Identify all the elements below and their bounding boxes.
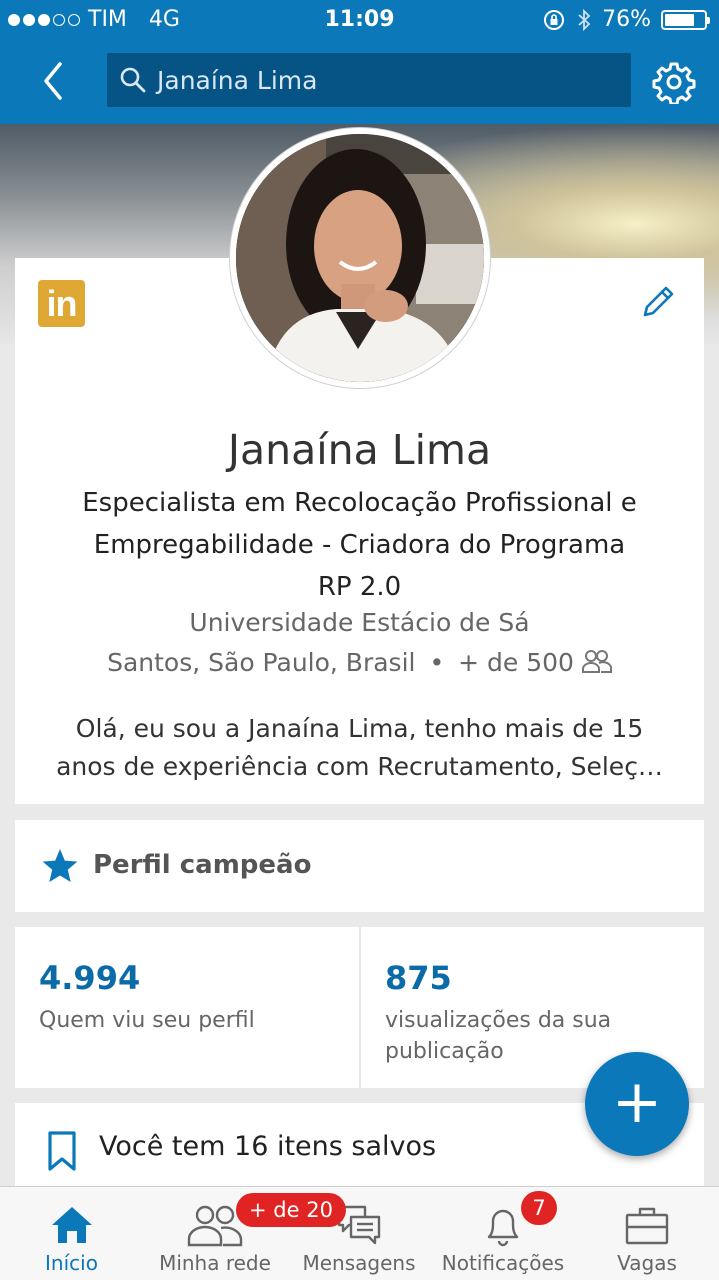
featured-badge-card[interactable]: Perfil campeão — [15, 820, 704, 912]
rotation-lock-icon — [544, 9, 565, 30]
home-icon — [51, 1207, 92, 1243]
tab-label: Minha rede — [159, 1251, 271, 1275]
profile-name: Janaína Lima — [227, 426, 492, 474]
network-badge: + de 20 — [236, 1193, 346, 1227]
profile-summary[interactable]: Olá, eu sou a Janaína Lima, tenho mais d… — [55, 710, 664, 786]
tab-label: Início — [45, 1251, 98, 1275]
headline-line: RP 2.0 — [317, 572, 402, 602]
linkedin-logo: in — [38, 280, 85, 327]
bluetooth-icon — [578, 8, 591, 31]
pencil-icon — [643, 286, 674, 317]
profile-views-label: Quem viu seu perfil — [39, 1008, 255, 1033]
bell-icon — [487, 1209, 519, 1247]
nav-bar: Janaína Lima — [0, 40, 719, 124]
star-icon — [42, 849, 78, 882]
saved-items-label: Você tem 16 itens salvos — [99, 1131, 437, 1162]
tab-label: Vagas — [617, 1251, 677, 1275]
battery-percent: 76% — [602, 7, 651, 32]
featured-badge-label: Perfil campeão — [93, 850, 312, 880]
battery-icon — [661, 9, 710, 30]
profile-location-row: Santos, São Paulo, Brasil • + de 500 — [15, 648, 704, 677]
profile-avatar[interactable] — [230, 128, 490, 388]
status-right: 76% — [542, 7, 710, 32]
tab-label: Mensagens — [302, 1251, 416, 1275]
headline-line: Especialista em Recolocação Profissional… — [82, 488, 637, 518]
connections-icon — [581, 650, 612, 673]
profile-views-card[interactable]: 4.994 Quem viu seu perfil — [15, 927, 359, 1088]
summary-line: anos de experiência com Recrutamento, Se… — [56, 752, 663, 781]
gear-icon — [652, 62, 696, 104]
status-bar: TIM 4G 11:09 76% — [0, 0, 719, 40]
headline-line: Empregabilidade - Criadora do Programa — [93, 530, 626, 560]
connections-count[interactable]: + de 500 — [458, 648, 574, 677]
profile-location: Santos, São Paulo, Brasil — [107, 648, 416, 677]
notifications-badge: 7 — [521, 1191, 557, 1225]
tab-jobs[interactable]: Vagas — [575, 1187, 719, 1280]
profile-school: Universidade Estácio de Sá — [189, 608, 530, 637]
avatar-photo — [236, 134, 484, 382]
bookmark-icon — [48, 1131, 76, 1171]
search-value: Janaína Lima — [157, 65, 318, 95]
tab-bar: Início Minha rede Mensagens Notificações… — [0, 1186, 719, 1280]
post-views-label-line: visualizações da sua — [385, 1008, 612, 1033]
compose-fab-button[interactable]: + — [585, 1052, 689, 1156]
edit-profile-button[interactable] — [636, 280, 680, 324]
tab-home[interactable]: Início — [0, 1187, 143, 1280]
search-input[interactable]: Janaína Lima — [107, 53, 631, 107]
profile-views-count: 4.994 — [39, 959, 141, 997]
tab-label: Notificações — [441, 1251, 565, 1275]
back-button[interactable] — [36, 58, 76, 104]
summary-line: Olá, eu sou a Janaína Lima, tenho mais d… — [75, 714, 644, 743]
briefcase-icon — [625, 1207, 669, 1245]
profile-headline: Especialista em Recolocação Profissional… — [45, 482, 674, 608]
separator-dot: • — [429, 648, 445, 677]
settings-button[interactable] — [652, 60, 696, 104]
post-views-count: 875 — [385, 959, 452, 997]
search-icon — [120, 67, 146, 93]
